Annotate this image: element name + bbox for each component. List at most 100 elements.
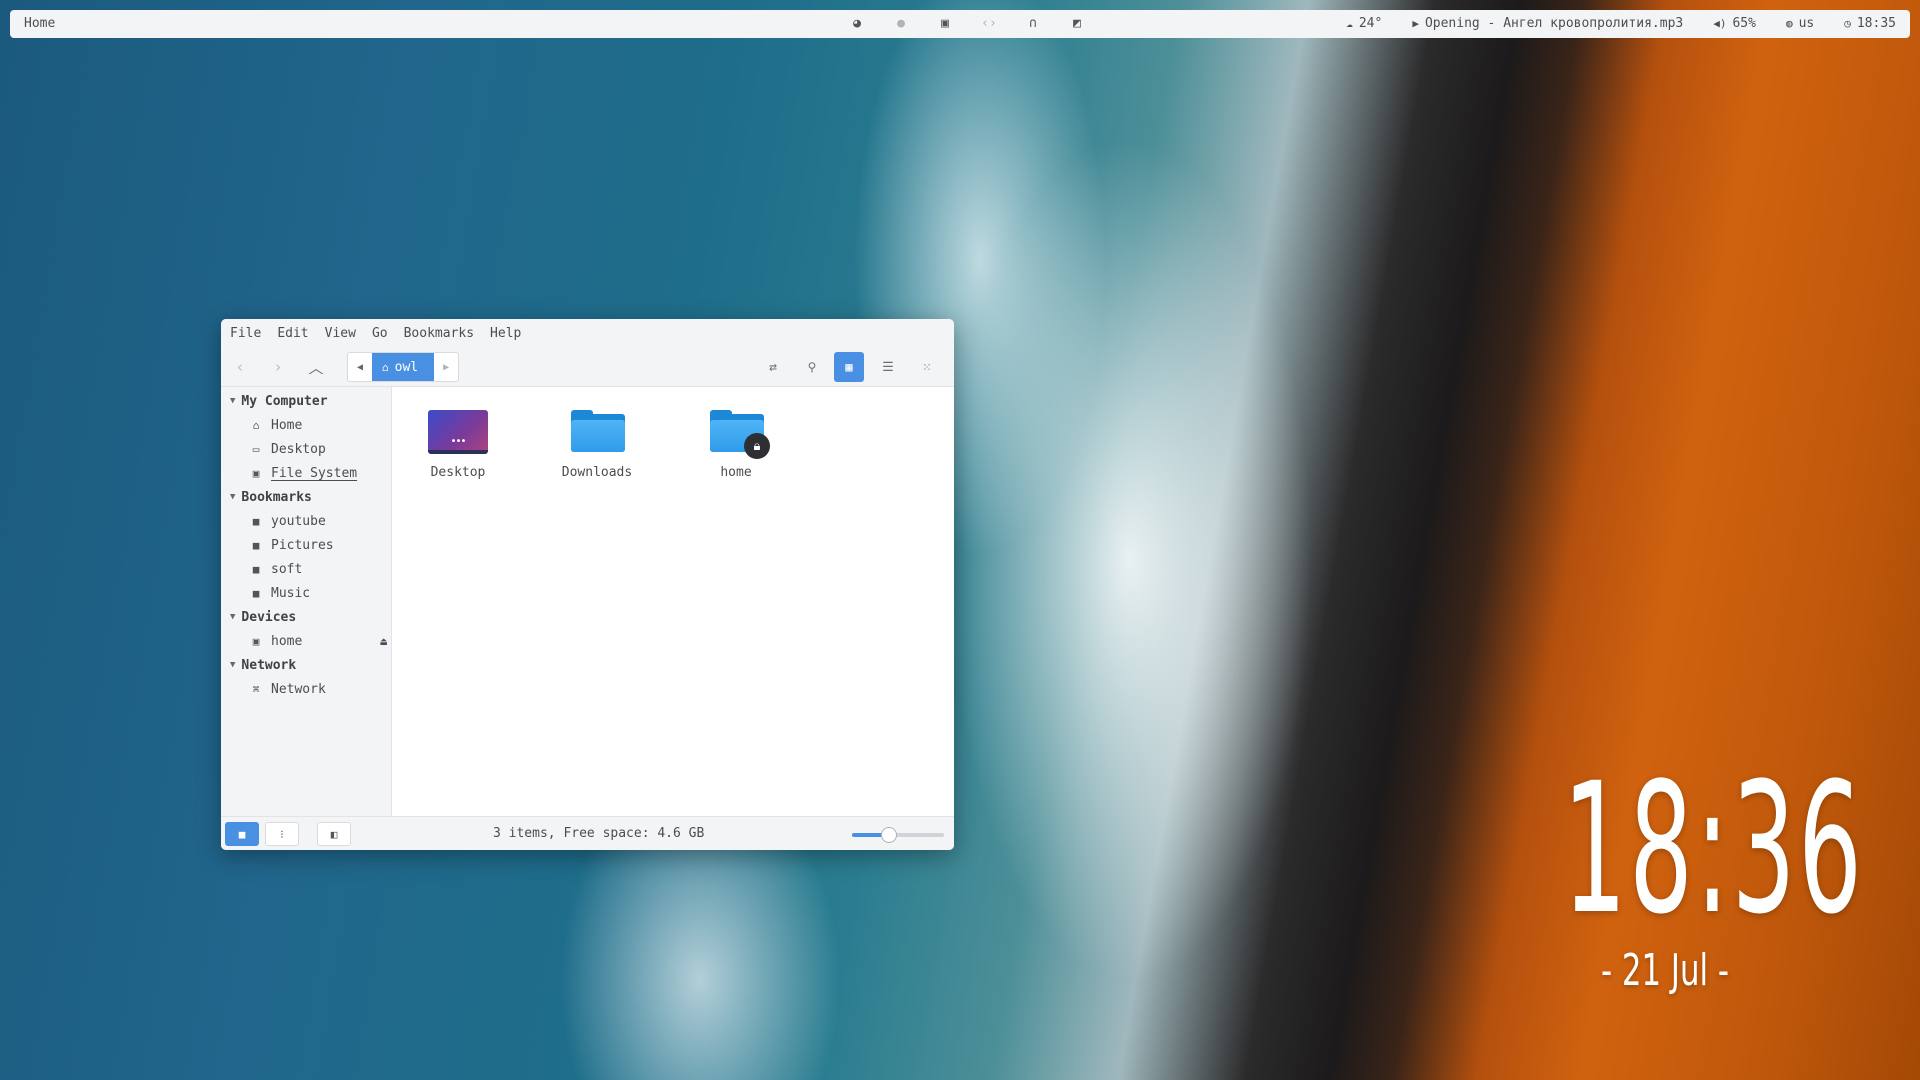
monitor-icon: ▭: [252, 442, 260, 456]
desktop-clock-date: - 21 Jul -: [1601, 945, 1729, 996]
expand-triangle-icon: ▼: [230, 612, 236, 622]
expand-triangle-icon: ▼: [230, 396, 236, 406]
section-title: My Computer: [241, 393, 328, 409]
sidebar-item-pictures[interactable]: ■ Pictures: [221, 533, 391, 557]
sidebar-item-label: Desktop: [271, 441, 326, 457]
menu-bookmarks[interactable]: Bookmarks: [404, 326, 474, 341]
search-button[interactable]: ⚲: [797, 352, 827, 382]
sidebar-section-devices[interactable]: ▼ Devices: [221, 605, 391, 629]
file-view[interactable]: ••• Desktop Downloads 🔒︎ home: [392, 387, 954, 816]
locked-folder-icon: 🔒︎: [706, 407, 770, 459]
sidebar-item-file-system[interactable]: ▣ File System: [221, 461, 391, 485]
list-view-button[interactable]: ☰: [873, 352, 903, 382]
sidebar-item-soft[interactable]: ■ soft: [221, 557, 391, 581]
up-button[interactable]: ︿: [301, 352, 331, 382]
clock-icon: ◷: [1844, 17, 1851, 30]
sidebar-section-network[interactable]: ▼ Network: [221, 653, 391, 677]
path-button-owl[interactable]: ⌂ owl: [372, 353, 435, 381]
folder-icon: ■: [252, 562, 260, 576]
zoom-slider-handle[interactable]: [880, 827, 897, 843]
tree-sidebar-button[interactable]: ⁝: [265, 822, 299, 846]
menu-bar: File Edit View Go Bookmarks Help: [221, 319, 954, 347]
file-label: home: [720, 465, 752, 480]
weather-temperature: 24°: [1358, 16, 1383, 31]
tree-icon: ⁝: [280, 827, 284, 841]
section-title: Devices: [241, 609, 297, 625]
section-title: Bookmarks: [241, 489, 312, 505]
swap-icon: ⇄: [769, 359, 777, 375]
back-button[interactable]: ‹: [225, 352, 255, 382]
grid-icon: ▦: [845, 360, 853, 374]
drive-icon: ▣: [252, 466, 260, 480]
toggle-location-button[interactable]: ⇄: [758, 352, 788, 382]
folder-icon: [567, 407, 627, 457]
compact-view-button[interactable]: ⁙: [912, 352, 942, 382]
desktop-folder-icon: •••: [428, 407, 488, 457]
sidebar-section-bookmarks[interactable]: ▼ Bookmarks: [221, 485, 391, 509]
file-item-desktop[interactable]: ••• Desktop: [408, 407, 508, 480]
forward-button[interactable]: ›: [263, 352, 293, 382]
headphones-icon[interactable]: ∩: [1024, 16, 1042, 31]
drive-icon: ▣: [252, 634, 260, 648]
breadcrumb-left-button[interactable]: ◀: [348, 353, 372, 381]
sidebar-item-label: youtube: [271, 513, 326, 529]
menu-help[interactable]: Help: [490, 326, 521, 341]
sidebar-item-label: Music: [271, 585, 311, 601]
menu-file[interactable]: File: [230, 326, 261, 341]
sidebar-item-home[interactable]: ⌂ Home: [221, 413, 391, 437]
tray-icons: ◕ ● ▣ ‹› ∩ ◩: [848, 16, 1086, 31]
search-icon: ⚲: [807, 360, 817, 374]
sidebar-icon: ◧: [330, 827, 338, 841]
caret-left-icon: ◀: [356, 361, 364, 373]
sidebar-item-network[interactable]: ⌘ Network: [221, 677, 391, 701]
app-icon[interactable]: ●: [892, 16, 910, 31]
caret-right-icon: ▶: [443, 361, 450, 373]
media-widget[interactable]: ▶ Opening - Ангел кровопролития.mp3: [1412, 16, 1683, 31]
linkedin-icon[interactable]: ▣: [936, 16, 954, 31]
folder-icon: ■: [252, 586, 260, 600]
menu-view[interactable]: View: [325, 326, 356, 341]
keyboard-layout: us: [1798, 16, 1815, 31]
zoom-slider[interactable]: [852, 827, 944, 843]
sidebar-item-home-device[interactable]: ▣ home ⏏: [221, 629, 391, 653]
sidebar-item-label: Network: [271, 681, 326, 697]
media-title: Opening - Ангел кровопролития.mp3: [1424, 16, 1684, 31]
chevron-right-icon: ›: [273, 358, 283, 376]
toggle-sidebar-button[interactable]: ◧: [317, 822, 351, 846]
terminal-icon[interactable]: ◩: [1068, 16, 1086, 31]
home-icon: ⌂: [382, 360, 389, 374]
eject-icon[interactable]: ⏏: [380, 635, 387, 648]
icon-view-button[interactable]: ▦: [834, 352, 864, 382]
volume-level: 65%: [1732, 16, 1756, 31]
sidebar-section-my-computer[interactable]: ▼ My Computer: [221, 389, 391, 413]
firefox-icon[interactable]: ◕: [848, 16, 866, 31]
breadcrumb-right-button[interactable]: ▶: [434, 353, 458, 381]
panel-time: 18:35: [1856, 16, 1896, 31]
keyboard-layout-widget[interactable]: ◍ us: [1786, 16, 1814, 31]
path-button-label: owl: [394, 359, 419, 375]
file-item-home[interactable]: 🔒︎ home: [686, 407, 786, 480]
status-text: 3 items, Free space: 4.6 GB: [493, 826, 705, 841]
clock-widget[interactable]: ◷ 18:35: [1844, 16, 1896, 31]
places-sidebar-button[interactable]: ■: [225, 822, 259, 846]
file-item-downloads[interactable]: Downloads: [547, 407, 647, 480]
cloud-icon: ☁: [1346, 17, 1353, 30]
file-manager-window: File Edit View Go Bookmarks Help ‹ › ︿ ◀…: [221, 319, 954, 850]
sidebar-item-youtube[interactable]: ■ youtube: [221, 509, 391, 533]
speaker-icon: ◀): [1713, 17, 1727, 30]
expand-triangle-icon: ▼: [230, 492, 236, 502]
menu-go[interactable]: Go: [372, 326, 388, 341]
sidebar-item-label: Home: [271, 417, 303, 433]
volume-widget[interactable]: ◀) 65%: [1713, 16, 1756, 31]
compact-grid-icon: ⁙: [922, 360, 932, 374]
folder-icon: ■: [238, 827, 246, 841]
weather-widget[interactable]: ☁ 24°: [1346, 16, 1382, 31]
sidebar-item-label: File System: [271, 465, 358, 481]
toolbar: ‹ › ︿ ◀ ⌂ owl ▶ ⇄ ⚲ ▦ ☰ ⁙: [221, 347, 954, 387]
section-title: Network: [241, 657, 297, 673]
code-icon[interactable]: ‹›: [980, 16, 998, 31]
sidebar-item-desktop[interactable]: ▭ Desktop: [221, 437, 391, 461]
menu-edit[interactable]: Edit: [277, 326, 308, 341]
folder-icon: ■: [252, 514, 260, 528]
sidebar-item-music[interactable]: ■ Music: [221, 581, 391, 605]
